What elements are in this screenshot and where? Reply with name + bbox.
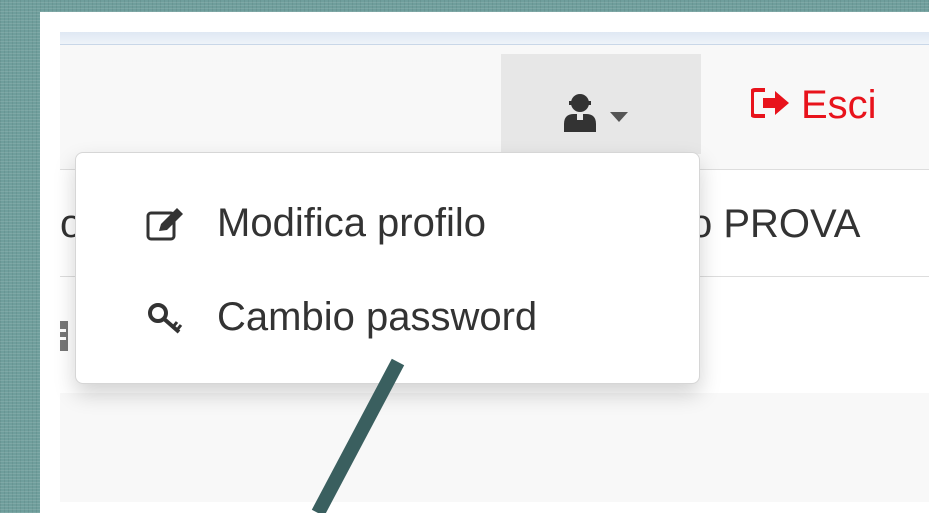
key-icon xyxy=(148,303,183,334)
menu-item-label: Cambio password xyxy=(217,295,538,339)
logout-label: Esci xyxy=(801,83,877,127)
sign-out-icon xyxy=(751,88,789,119)
menu-item-label: Modifica profilo xyxy=(217,201,487,245)
calendar-icon xyxy=(60,321,68,351)
caret-down-icon xyxy=(610,112,628,122)
row-text-fragment: o PROVA xyxy=(690,202,861,246)
user-icon xyxy=(564,94,596,132)
user-menu-toggle[interactable] xyxy=(501,54,701,154)
window-top-bar xyxy=(60,32,929,45)
user-dropdown-menu: Modifica profilo Cambio password xyxy=(75,152,700,384)
edit-icon xyxy=(146,208,183,241)
menu-item-edit-profile[interactable]: Modifica profilo xyxy=(76,193,699,253)
navbar: Esci xyxy=(60,45,929,154)
logout-link[interactable]: Esci xyxy=(751,85,877,125)
menu-item-change-password[interactable]: Cambio password xyxy=(76,287,699,347)
